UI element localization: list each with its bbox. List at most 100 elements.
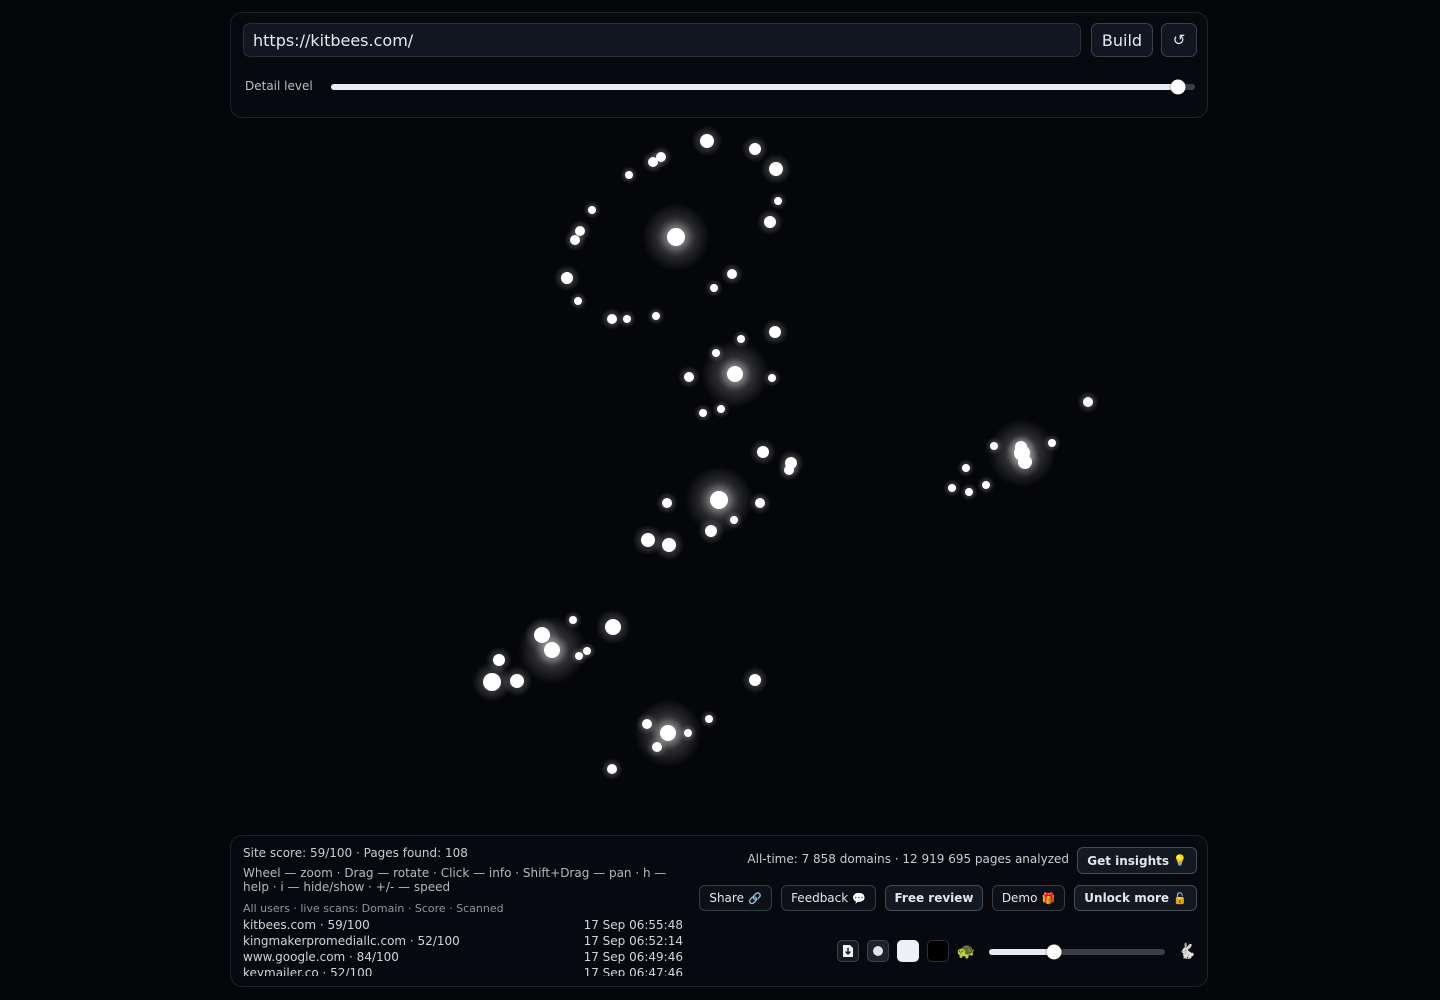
reset-button[interactable]: ↺ (1161, 23, 1197, 57)
graph-node[interactable] (749, 674, 761, 686)
free-review-button[interactable]: Free review (885, 885, 983, 911)
graph-node-glow (749, 492, 771, 514)
list-item[interactable]: www.google.com · 84/100 17 Sep 06:49:46 (243, 950, 683, 966)
graph-node[interactable] (710, 491, 728, 509)
detail-level-thumb[interactable] (1170, 79, 1186, 95)
graph-node[interactable] (544, 642, 560, 658)
detail-level-slider[interactable] (331, 79, 1195, 95)
dot-style-icon[interactable] (867, 940, 889, 962)
graph-node-glow (761, 318, 789, 346)
graph-node[interactable] (982, 481, 990, 489)
graph-node[interactable] (569, 616, 577, 624)
graph-node[interactable] (1048, 439, 1056, 447)
list-item[interactable]: kitbees.com · 59/100 17 Sep 06:55:48 (243, 918, 683, 934)
graph-node[interactable] (1018, 455, 1032, 469)
graph-node[interactable] (710, 284, 718, 292)
graph-node[interactable] (607, 314, 617, 324)
graph-node[interactable] (965, 488, 973, 496)
graph-node[interactable] (768, 374, 776, 382)
graph-node[interactable] (705, 715, 713, 723)
graph-node[interactable] (534, 627, 550, 643)
graph-node[interactable] (684, 729, 692, 737)
graph-node[interactable] (652, 742, 662, 752)
graph-node[interactable] (607, 764, 617, 774)
graph-node[interactable] (662, 498, 672, 508)
graph-node[interactable] (510, 674, 524, 688)
graph-node[interactable] (784, 465, 794, 475)
graph-node[interactable] (641, 533, 655, 547)
build-button[interactable]: Build (1091, 23, 1153, 57)
graph-node[interactable] (625, 171, 633, 179)
graph-node[interactable] (727, 269, 737, 279)
share-button[interactable]: Share 🔗 (699, 885, 772, 911)
list-item[interactable]: keymailer.co · 52/100 17 Sep 06:47:46 (243, 966, 683, 976)
list-item[interactable]: kingmakerpromediallc.com · 52/100 17 Sep… (243, 934, 683, 950)
download-icon[interactable] (837, 940, 859, 962)
graph-node[interactable] (774, 197, 782, 205)
graph-node[interactable] (652, 312, 660, 320)
graph-node[interactable] (990, 442, 998, 450)
get-insights-button[interactable]: Get insights 💡 (1077, 847, 1197, 874)
graph-node[interactable] (700, 134, 714, 148)
graph-hub-halo (685, 466, 753, 534)
graph-node-glow (741, 135, 769, 163)
graph-node[interactable] (737, 335, 745, 343)
graph-node[interactable] (493, 654, 505, 666)
graph-node[interactable] (948, 484, 956, 492)
graph-node[interactable] (749, 143, 761, 155)
graph-node[interactable] (727, 366, 743, 382)
graph-node[interactable] (561, 272, 573, 284)
graph-node[interactable] (785, 457, 797, 469)
light-background-icon[interactable] (897, 940, 919, 962)
graph-node-glow (650, 146, 672, 168)
graph-node[interactable] (575, 652, 583, 660)
live-scans-list: kitbees.com · 59/100 17 Sep 06:55:48 kin… (243, 918, 683, 976)
graph-node[interactable] (705, 525, 717, 537)
graph-node[interactable] (717, 405, 725, 413)
graph-node[interactable] (1015, 441, 1027, 453)
graph-node[interactable] (769, 162, 783, 176)
unlock-more-label: Unlock more (1084, 891, 1170, 905)
graph-node[interactable] (962, 464, 970, 472)
unlock-more-button[interactable]: Unlock more 🔓 (1074, 885, 1197, 911)
graph-node-glow (656, 217, 696, 257)
graph-node[interactable] (588, 206, 596, 214)
graph-node[interactable] (574, 297, 582, 305)
detail-level-label: Detail level (245, 79, 313, 93)
graph-node[interactable] (583, 647, 591, 655)
graph-hub-halo (634, 699, 702, 767)
demo-button[interactable]: Demo 🎁 (992, 885, 1065, 911)
graph-node[interactable] (757, 446, 769, 458)
graph-node[interactable] (764, 216, 776, 228)
graph-node[interactable] (730, 516, 738, 524)
graph-node[interactable] (712, 349, 720, 357)
graph-node[interactable] (699, 409, 707, 417)
graph-node[interactable] (684, 372, 694, 382)
graph-node[interactable] (623, 315, 631, 323)
speed-thumb[interactable] (1046, 944, 1062, 960)
graph-node[interactable] (656, 152, 666, 162)
feedback-button[interactable]: Feedback 💬 (781, 885, 876, 911)
graph-node[interactable] (575, 226, 585, 236)
scan-time: 17 Sep 06:55:48 (583, 918, 683, 932)
graph-node[interactable] (660, 725, 676, 741)
graph-node[interactable] (1014, 445, 1030, 461)
speed-slider[interactable] (989, 944, 1165, 960)
graph-node[interactable] (1083, 397, 1093, 407)
graph-node[interactable] (667, 228, 685, 246)
graph-node-glow (691, 125, 723, 157)
dark-background-icon[interactable] (927, 940, 949, 962)
graph-node[interactable] (605, 619, 621, 635)
graph-node-glow (985, 437, 1003, 455)
graph-node-glow (943, 479, 961, 497)
graph-node[interactable] (570, 235, 580, 245)
graph-node[interactable] (755, 498, 765, 508)
url-input[interactable] (243, 23, 1081, 57)
graph-node-glow (763, 369, 781, 387)
graph-node[interactable] (769, 326, 781, 338)
graph-node[interactable] (483, 673, 501, 691)
graph-node[interactable] (642, 719, 652, 729)
graph-node-glow (501, 665, 533, 697)
graph-node[interactable] (648, 157, 658, 167)
graph-node[interactable] (662, 538, 676, 552)
